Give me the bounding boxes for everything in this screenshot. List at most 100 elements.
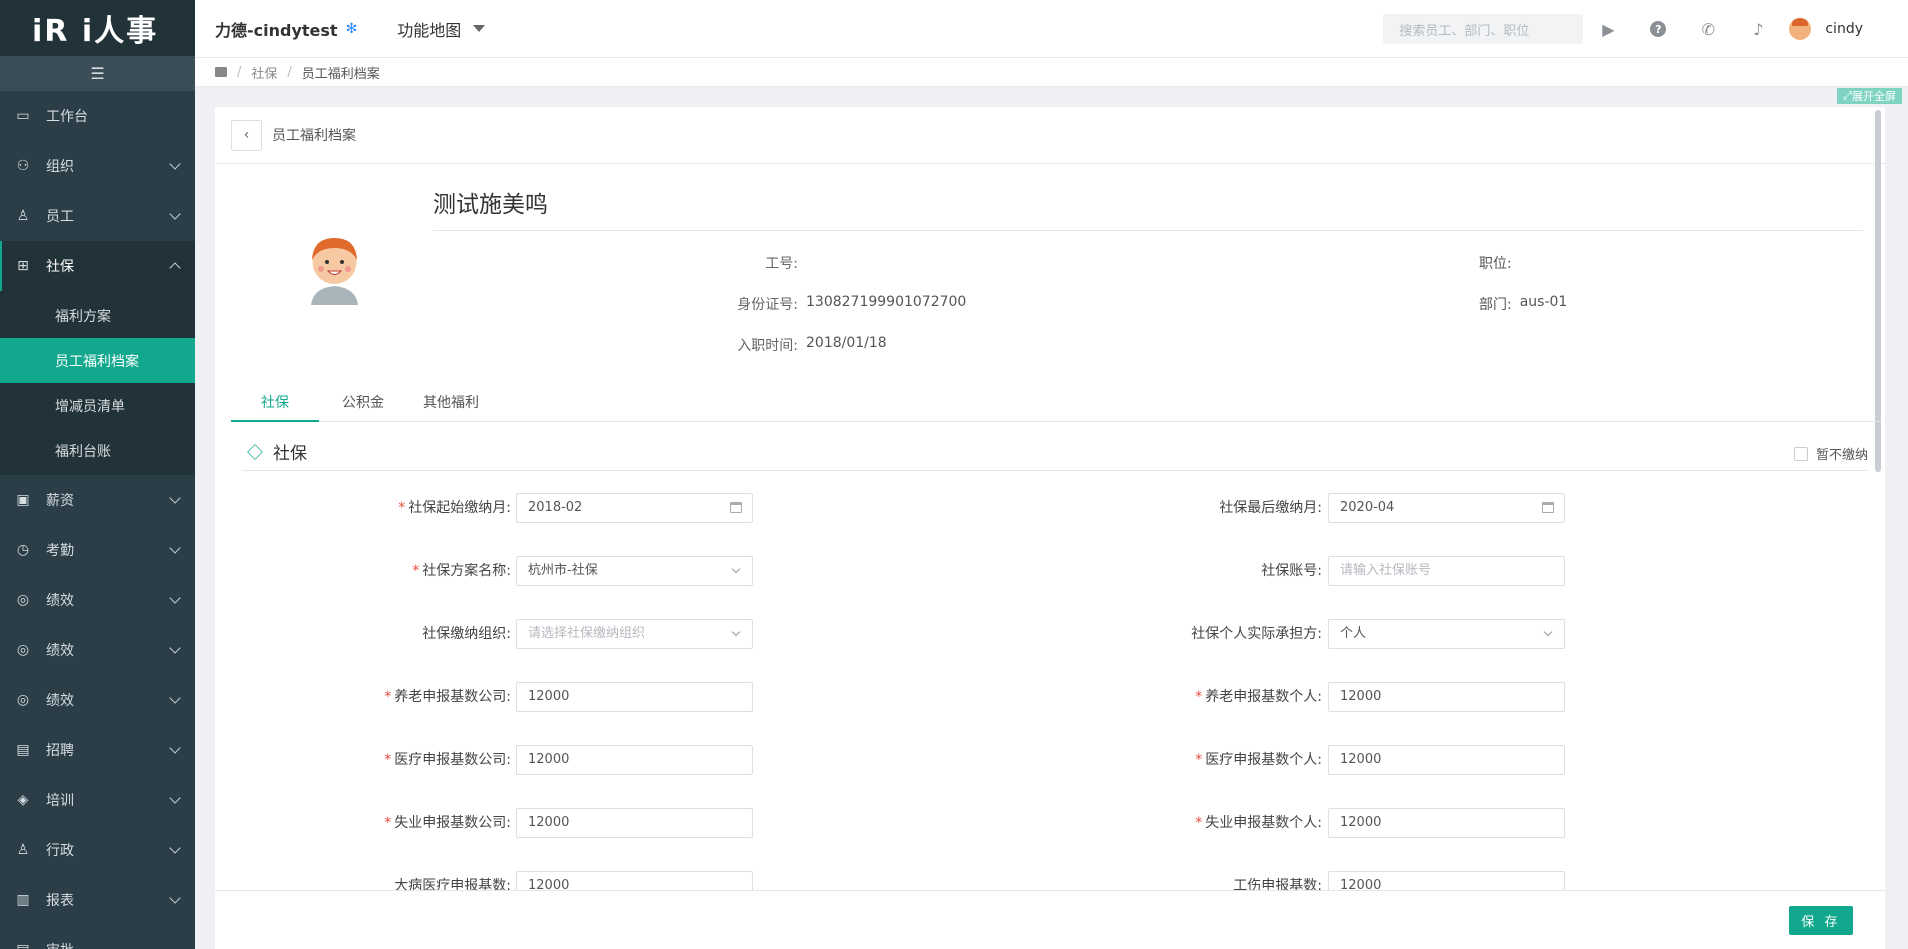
sidebar-item-label: 绩效 (46, 593, 74, 609)
pension-individual-label: * 养老申报基数个人: (1195, 689, 1322, 705)
chevron-down-icon (731, 564, 741, 574)
sidebar-item-training[interactable]: ◈ 培训 (0, 775, 195, 825)
bearer-label: 社保个人实际承担方: (1191, 626, 1322, 642)
chevron-down-icon (169, 542, 181, 554)
sidebar-subitem-welfare-plan[interactable]: 福利方案 (0, 293, 195, 338)
account-input[interactable]: 请输入社保账号 (1328, 556, 1565, 586)
info-value: 130827199901072700 (806, 294, 967, 310)
company-switcher[interactable]: 力德-cindytest ✻ (215, 17, 357, 41)
calendar-icon (1542, 502, 1554, 513)
info-emp-no: 工号: (633, 253, 798, 273)
doc-icon: ▤ (15, 942, 31, 949)
form-row: 社保缴纳组织: 请选择社保缴纳组织 社保个人实际承担方: 个人 (215, 619, 1885, 649)
sidebar-item-approval[interactable]: ▤ 审批 (0, 925, 195, 949)
sidebar-item-performance-1[interactable]: ◎ 绩效 (0, 575, 195, 625)
tab-other-welfare[interactable]: 其他福利 (407, 386, 495, 421)
sidebar-item-label: 员工 (46, 209, 74, 225)
info-label: 职位: (1479, 256, 1512, 272)
sidebar-item-label: 工作台 (46, 109, 88, 125)
sidebar-item-label: 绩效 (46, 643, 74, 659)
sidebar-subitem-change-list[interactable]: 增减员清单 (0, 383, 195, 428)
home-icon[interactable] (215, 67, 227, 77)
pension-company-input[interactable]: 12000 (516, 682, 753, 712)
tab-housing-fund[interactable]: 公积金 (319, 386, 407, 421)
function-map-menu[interactable]: 功能地图 (397, 17, 486, 41)
chevron-down-icon (169, 642, 181, 654)
expand-icon: ⤢ (1843, 89, 1852, 102)
chevron-down-icon (169, 742, 181, 754)
info-value: aus-01 (1519, 294, 1568, 310)
sidebar-submenu: 福利方案 员工福利档案 增减员清单 福利台账 (0, 291, 195, 475)
monitor-icon: ▭ (16, 108, 30, 124)
chevron-up-icon (169, 262, 181, 274)
sidebar-item-org[interactable]: ⚇ 组织 (0, 141, 195, 191)
sidebar-item-admin[interactable]: ♙ 行政 (0, 825, 195, 875)
fullscreen-label: 展开全屏 (1852, 90, 1896, 103)
section-header: 社保 暂不缴纳 (243, 433, 1868, 471)
top-right-tools: 搜索员工、部门、职位 ▶ ? ✆ ♪ cindy (1383, 0, 1908, 58)
menu-icon: ☰ (90, 64, 105, 83)
bell-icon[interactable]: ♪ (1733, 0, 1783, 58)
plan-select[interactable]: 杭州市-社保 (516, 556, 753, 586)
sidebar-item-workbench[interactable]: ▭ 工作台 (0, 91, 195, 141)
fullscreen-button[interactable]: ⤢ 展开全屏 (1837, 88, 1902, 104)
video-icon[interactable]: ▶ (1583, 0, 1633, 58)
sidebar-subitem-ledger[interactable]: 福利台账 (0, 428, 195, 473)
sidebar-item-label: 报表 (46, 893, 74, 909)
bearer-select[interactable]: 个人 (1328, 619, 1565, 649)
account-label: 社保账号: (1261, 563, 1322, 579)
sidebar-item-employee[interactable]: ♙ 员工 (0, 191, 195, 241)
breadcrumb-social-security[interactable]: 社保 (251, 63, 277, 82)
sidebar-item-report[interactable]: ▥ 报表 (0, 875, 195, 925)
tab-social-security[interactable]: 社保 (231, 386, 319, 422)
medical-individual-input[interactable]: 12000 (1328, 745, 1565, 775)
medical-company-input[interactable]: 12000 (516, 745, 753, 775)
sidebar-collapse-button[interactable]: ☰ (0, 56, 195, 91)
clock-icon: ◷ (16, 542, 30, 558)
unemployment-individual-input[interactable]: 12000 (1328, 808, 1565, 838)
save-button[interactable]: 保 存 (1789, 906, 1853, 935)
pension-company-label: * 养老申报基数公司: (384, 689, 511, 705)
org-select[interactable]: 请选择社保缴纳组织 (516, 619, 753, 649)
info-hire-date: 入职时间: 2018/01/18 (633, 335, 886, 355)
app-logo[interactable]: iR i人事 (0, 0, 195, 56)
search-input[interactable]: 搜索员工、部门、职位 (1383, 14, 1584, 44)
phone-icon[interactable]: ✆ (1683, 0, 1733, 58)
section-title: 社保 (273, 444, 307, 464)
chart-icon: ▥ (16, 892, 30, 908)
welfare-tabs: 社保 公积金 其他福利 (231, 386, 1881, 422)
info-label: 工号: (765, 256, 798, 272)
sidebar-item-recruit[interactable]: ▤ 招聘 (0, 725, 195, 775)
resume-icon: ▤ (16, 742, 30, 758)
checkbox[interactable] (1793, 446, 1808, 461)
sidebar-item-performance-3[interactable]: ◎ 绩效 (0, 675, 195, 725)
user-menu[interactable]: cindy (1789, 18, 1863, 40)
employee-name: 测试施美鸣 (433, 192, 548, 218)
info-label: 部门: (1479, 297, 1512, 313)
unemployment-company-input[interactable]: 12000 (516, 808, 753, 838)
end-month-datepicker[interactable]: 2020-04 (1328, 493, 1565, 523)
gear-icon[interactable]: ✻ (346, 21, 358, 37)
layers-icon (247, 443, 263, 460)
back-button[interactable]: ‹ (231, 119, 262, 151)
unemployment-company-label: * 失业申报基数公司: (384, 815, 511, 831)
info-id-no: 身份证号: 130827199901072700 (633, 294, 966, 314)
start-month-label: * 社保起始缴纳月: (398, 500, 511, 516)
sidebar: iR i人事 ☰ ▭ 工作台 ⚇ 组织 ♙ 员工 ⊞ 社保 福利方案 员工福利档… (0, 0, 195, 949)
sidebar-subitem-employee-welfare[interactable]: 员工福利档案 (0, 338, 195, 383)
help-icon[interactable]: ? (1633, 0, 1683, 58)
sidebar-item-performance-2[interactable]: ◎ 绩效 (0, 625, 195, 675)
org-label: 社保缴纳组织: (422, 626, 511, 642)
sidebar-item-social-security[interactable]: ⊞ 社保 (0, 241, 195, 291)
chevron-left-icon: ‹ (243, 127, 250, 143)
pension-individual-input[interactable]: 12000 (1328, 682, 1565, 712)
sidebar-item-salary[interactable]: ▣ 薪资 (0, 475, 195, 525)
info-dept: 部门: aus-01 (1479, 294, 1567, 314)
sidebar-item-attendance[interactable]: ◷ 考勤 (0, 525, 195, 575)
person-icon: ♙ (16, 842, 30, 858)
suspend-checkbox[interactable]: 暂不缴纳 (1793, 444, 1868, 463)
target-icon: ◎ (16, 692, 30, 708)
breadcrumb-separator: / (237, 64, 242, 80)
start-month-datepicker[interactable]: 2018-02 (516, 493, 753, 523)
chevron-down-icon (169, 208, 181, 220)
